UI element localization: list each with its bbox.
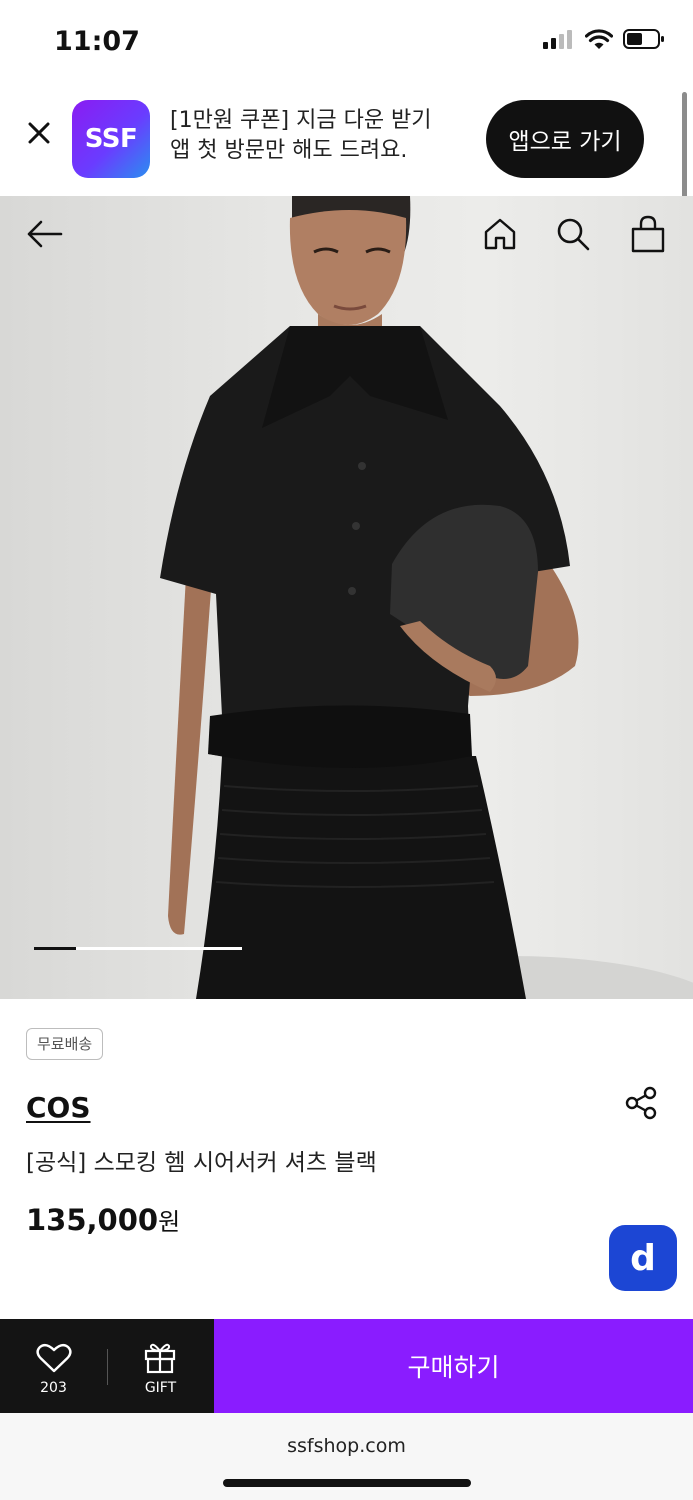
search-button[interactable] <box>553 214 593 254</box>
heart-icon <box>36 1343 72 1373</box>
banner-line-1: [1만원 쿠폰] 지금 다운 받기 <box>170 108 432 133</box>
app-install-banner: SSF [1만원 쿠폰] 지금 다운 받기 앱 첫 방문만 해도 드려요. 앱으… <box>0 84 693 196</box>
gift-button[interactable]: GIFT <box>107 1319 214 1413</box>
battery-icon <box>623 29 664 49</box>
home-icon <box>484 218 516 250</box>
search-icon <box>557 218 590 251</box>
browser-url-bar: ssfshop.com <box>0 1413 693 1500</box>
carousel-progress <box>34 947 242 950</box>
gift-icon <box>144 1343 176 1374</box>
cart-button[interactable] <box>628 214 668 254</box>
buy-button[interactable]: 구매하기 <box>214 1319 693 1413</box>
brand-link[interactable]: COS <box>26 1091 91 1124</box>
bottom-action-bar: 203 GIFT 구매하기 <box>0 1319 693 1413</box>
floating-d-button[interactable]: d <box>609 1225 677 1291</box>
share-icon[interactable] <box>622 1084 660 1122</box>
open-app-button[interactable]: 앱으로 가기 <box>486 100 644 178</box>
status-bar: 11:07 <box>0 0 693 84</box>
price-unit: 원 <box>158 1208 181 1236</box>
cellular-signal-icon <box>543 30 572 49</box>
gift-label: GIFT <box>144 1380 177 1396</box>
product-price: 135,000원 <box>26 1202 180 1237</box>
shopping-bag-icon <box>631 215 665 253</box>
arrow-left-icon <box>27 220 63 248</box>
status-time: 11:07 <box>54 26 140 57</box>
banner-message: [1만원 쿠폰] 지금 다운 받기 앱 첫 방문만 해도 드려요. <box>170 106 432 166</box>
product-name: [공식] 스모킹 헴 시어서커 셔츠 블랙 <box>26 1150 377 1176</box>
free-shipping-badge: 무료배송 <box>26 1028 104 1060</box>
url-text[interactable]: ssfshop.com <box>0 1435 693 1457</box>
product-photo <box>160 196 693 999</box>
close-icon[interactable] <box>24 118 54 148</box>
back-button[interactable] <box>24 214 64 254</box>
status-icons <box>543 28 665 50</box>
banner-line-2: 앱 첫 방문만 해도 드려요. <box>170 138 408 163</box>
product-info: 무료배송 COS [공식] 스모킹 헴 시어서커 셔츠 블랙 135,000원 … <box>0 999 693 1319</box>
secondary-actions: 203 GIFT <box>0 1319 214 1413</box>
like-button[interactable]: 203 <box>0 1319 107 1413</box>
product-image-carousel[interactable] <box>0 196 693 999</box>
price-value: 135,000 <box>26 1203 159 1237</box>
home-indicator[interactable] <box>223 1479 471 1487</box>
carousel-progress-fill <box>34 947 76 950</box>
like-count: 203 <box>40 1380 67 1396</box>
home-button[interactable] <box>480 214 520 254</box>
ssf-app-logo: SSF <box>72 100 150 178</box>
wifi-icon <box>585 29 613 49</box>
